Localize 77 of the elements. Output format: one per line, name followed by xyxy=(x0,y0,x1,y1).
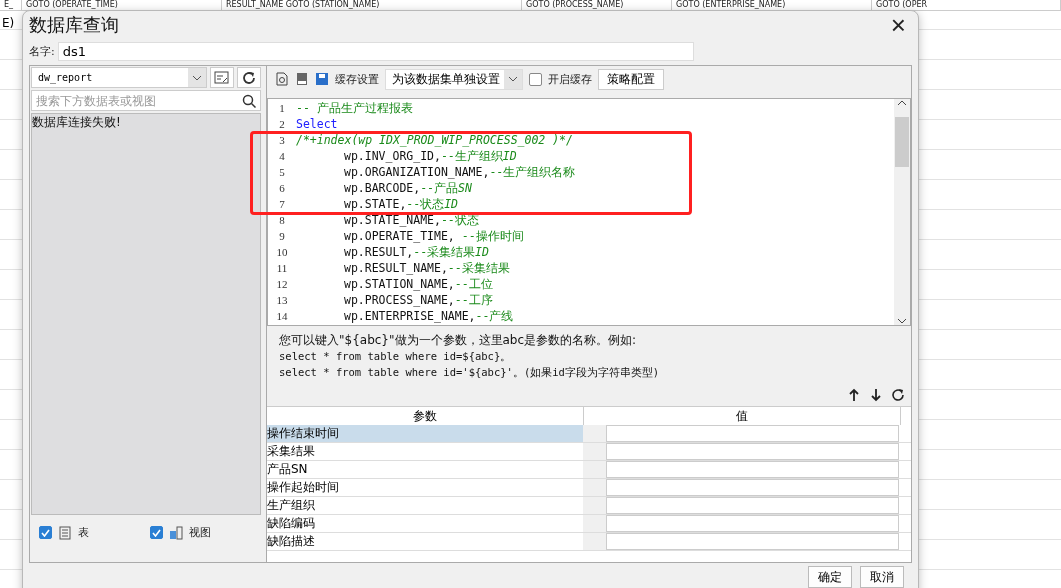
arrow-up-icon[interactable] xyxy=(847,388,861,402)
value-field[interactable] xyxy=(606,461,899,478)
value-field[interactable] xyxy=(606,497,899,514)
connection-select[interactable]: dw_report xyxy=(31,67,207,88)
preview-icon xyxy=(275,72,289,86)
code-line: wp.ORGANIZATION_NAME,--生产组织名称 xyxy=(344,164,576,180)
code-line: -- 产品生产过程报表 xyxy=(296,100,413,116)
line-number: 10 xyxy=(275,246,289,258)
line-number: 13 xyxy=(275,294,289,306)
name-label: 名字: xyxy=(29,43,55,59)
line-number: 2 xyxy=(278,118,286,130)
line-number: 3 xyxy=(278,134,286,146)
code-line: wp.RESULT,--采集结果ID xyxy=(344,244,489,260)
search-field[interactable]: 搜索下方数据表或视图 xyxy=(31,90,261,111)
line-number: 7 xyxy=(278,198,286,210)
code-line: /*+index(wp IDX_PROD_WIP_PROCESS_002 )*/ xyxy=(296,133,573,147)
line-number: 4 xyxy=(278,150,286,162)
cache-label: 缓存设置 xyxy=(335,71,379,87)
edit-icon xyxy=(214,70,230,85)
strategy-button[interactable]: 策略配置 xyxy=(598,68,664,90)
scroll-down-icon[interactable] xyxy=(897,317,907,325)
search-icon xyxy=(242,94,256,108)
filter-label: 视图 xyxy=(189,525,211,540)
scrollbar-thumb[interactable] xyxy=(895,117,909,167)
value-field[interactable] xyxy=(606,533,899,550)
line-number: 8 xyxy=(278,214,286,226)
sql-file-icon xyxy=(295,72,309,86)
name-field[interactable]: ds1 xyxy=(57,41,694,61)
hint-text: 您可以键入"${abc}"做为一个参数，这里abc是参数的名称。例如: xyxy=(279,332,638,348)
code-line: wp.STATION_NAME,--工位 xyxy=(344,276,493,292)
line-number: 9 xyxy=(278,230,286,242)
line-number: 14 xyxy=(275,310,289,322)
table-icon xyxy=(58,525,72,540)
checkbox[interactable] xyxy=(529,72,542,86)
line-number: 11 xyxy=(275,262,289,274)
value-field[interactable] xyxy=(606,515,899,532)
checkbox[interactable] xyxy=(150,526,163,539)
filter-label: 表 xyxy=(78,525,89,540)
code-line: wp.PROCESS_NAME,--工序 xyxy=(344,292,493,308)
checkbox-label: 开启缓存 xyxy=(548,71,592,87)
line-number: 12 xyxy=(275,278,289,290)
code-line: wp.BARCODE,--产品SN xyxy=(344,180,472,196)
view-icon xyxy=(169,525,183,540)
caret-icon xyxy=(508,76,518,82)
hint-text: select * from table where id=${abc}。 xyxy=(279,349,513,364)
line-number: 1 xyxy=(278,102,286,114)
code-line: wp.OPERATE_TIME, --操作时间 xyxy=(344,228,524,244)
error-message: 数据库连接失败! xyxy=(32,115,121,129)
refresh-button[interactable] xyxy=(237,67,261,88)
value-field[interactable] xyxy=(606,425,899,442)
value-field[interactable] xyxy=(606,443,899,460)
sheet-cell: E) xyxy=(2,16,15,30)
close-button[interactable]: × xyxy=(884,12,912,38)
window-title: 数据库查询 xyxy=(29,13,119,37)
scroll-up-icon[interactable] xyxy=(897,99,907,107)
hint-text: select * from table where id='${abc}'。(如果id字段为字符串类型) xyxy=(279,365,661,380)
sheet-cell: E_ xyxy=(0,0,22,10)
parameter-cell[interactable]: 操作结束时间 xyxy=(267,425,583,442)
code-line: wp.INV_ORG_ID,--生产组织ID xyxy=(344,148,517,164)
code-line: wp.STATE,--状态ID xyxy=(344,196,459,212)
checkbox[interactable] xyxy=(39,526,52,539)
sql-editor[interactable] xyxy=(267,98,911,326)
dialog-button[interactable]: 取消 xyxy=(860,566,904,588)
refresh-icon xyxy=(241,69,257,86)
value-field[interactable] xyxy=(606,479,899,496)
dialog-button[interactable]: 确定 xyxy=(808,566,852,588)
line-number: 5 xyxy=(278,166,286,178)
cache-mode-select[interactable]: 为该数据集单独设置 xyxy=(385,68,523,90)
code-line: wp.ENTERPRISE_NAME,--产线 xyxy=(344,308,514,324)
refresh-icon[interactable] xyxy=(891,388,905,402)
save-icon xyxy=(315,72,329,86)
arrow-down-icon[interactable] xyxy=(869,388,883,402)
code-line: Select xyxy=(296,117,338,131)
caret-icon xyxy=(192,74,202,81)
code-line: wp.RESULT_NAME,--采集结果 xyxy=(344,260,510,276)
line-number: 6 xyxy=(278,182,286,194)
code-line: wp.STATE_NAME,--状态 xyxy=(344,212,479,228)
